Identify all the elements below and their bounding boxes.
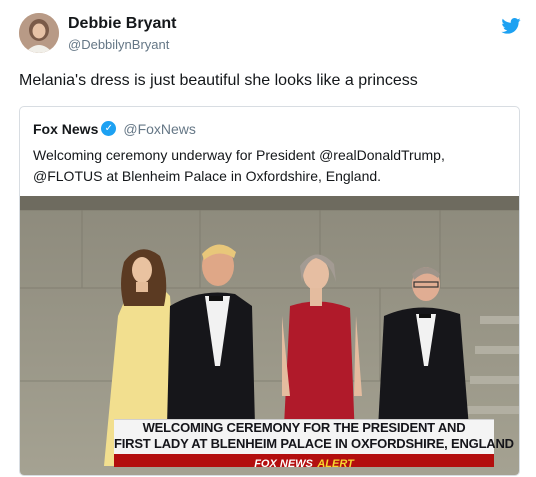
news-chyron: WELCOMING CEREMONY FOR THE PRESIDENT AND… bbox=[114, 419, 514, 455]
fox-news-alert-bar: FOX NEWS ALERT bbox=[114, 454, 494, 470]
quoted-author-name[interactable]: Fox News bbox=[33, 121, 98, 137]
quoted-tweet[interactable]: Fox News ✓ @FoxNews Welcoming ceremony und… bbox=[19, 106, 520, 476]
alert-word: ALERT bbox=[317, 458, 354, 470]
alert-brand: FOX NEWS bbox=[254, 458, 313, 470]
quoted-tweet-header: Fox News ✓ @FoxNews bbox=[33, 120, 196, 138]
tweet-card: Debbie Bryant @DebbilynBryant Melania's … bbox=[0, 0, 536, 477]
quoted-text-line: @FLOTUS at Blenheim Palace in Oxfordshir… bbox=[33, 168, 382, 184]
chyron-line: FIRST LADY AT BLENHEIM PALACE IN OXFORDS… bbox=[114, 436, 514, 451]
author-handle[interactable]: @DebbilynBryant bbox=[68, 37, 169, 52]
avatar-photo bbox=[19, 13, 59, 53]
chyron-line: WELCOMING CEREMONY FOR THE PRESIDENT AND bbox=[142, 420, 466, 435]
quoted-text-line: Welcoming ceremony underway for Presiden… bbox=[33, 147, 445, 163]
verified-badge-icon: ✓ bbox=[101, 121, 117, 137]
twitter-bird-icon[interactable] bbox=[501, 18, 521, 34]
quoted-author-handle[interactable]: @FoxNews bbox=[123, 121, 196, 137]
tweet-text: Melania's dress is just beautiful she lo… bbox=[19, 72, 418, 89]
media-image[interactable]: WELCOMING CEREMONY FOR THE PRESIDENT AND… bbox=[20, 196, 519, 475]
quoted-tweet-text: Welcoming ceremony underway for Presiden… bbox=[33, 145, 503, 187]
author-name[interactable]: Debbie Bryant bbox=[68, 15, 176, 33]
avatar[interactable] bbox=[19, 13, 59, 53]
